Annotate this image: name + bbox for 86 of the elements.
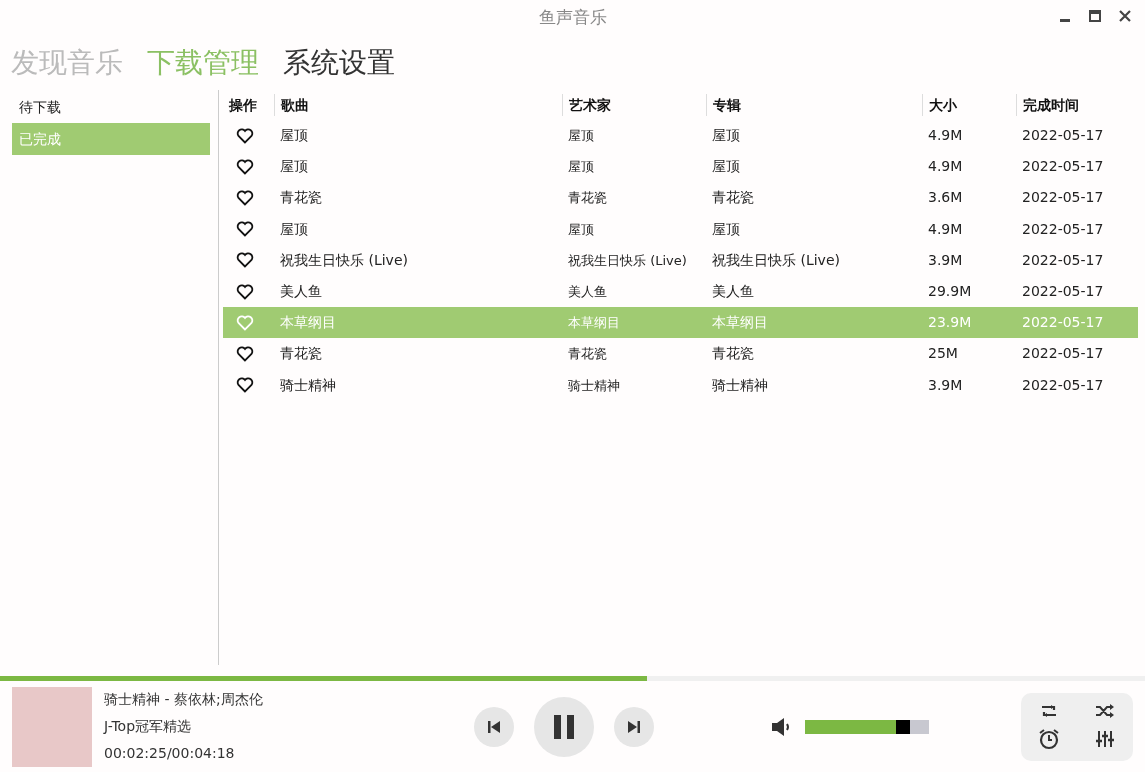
table-cell: 本草纲目 <box>280 314 336 331</box>
table-row[interactable]: 美人鱼 美人鱼 美人鱼 29.9M 2022-05-17 <box>223 275 1138 308</box>
heart-icon[interactable] <box>235 283 254 300</box>
sidebar-item[interactable]: 待下载 <box>12 91 210 123</box>
heart-icon[interactable] <box>235 127 254 144</box>
table-cell: 2022-05-17 <box>1022 376 1104 393</box>
table-cell: 屋顶 <box>568 221 594 237</box>
table-cell: 2022-05-17 <box>1022 345 1104 362</box>
heart-icon[interactable] <box>235 189 254 206</box>
track-title: 骑士精神 - 蔡依林;周杰伦 <box>104 690 264 709</box>
table-cell: 2022-05-17 <box>1022 127 1104 144</box>
table-cell: 美人鱼 <box>280 283 322 300</box>
column-header[interactable]: 专辑 <box>713 94 741 116</box>
album-name: J-Top冠军精选 <box>104 717 193 736</box>
window-title: 鱼声音乐 <box>538 6 607 30</box>
heart-icon[interactable] <box>235 158 254 175</box>
table-cell: 4.9M <box>928 220 963 237</box>
table-cell: 青花瓷 <box>280 189 322 206</box>
table-cell: 美人鱼 <box>712 283 754 300</box>
table-cell: 青花瓷 <box>280 345 322 362</box>
table-cell: 2022-05-17 <box>1022 314 1104 331</box>
table-cell: 25M <box>928 345 958 362</box>
skip-next-icon <box>626 718 642 735</box>
skip-previous-icon <box>486 718 502 735</box>
heart-icon[interactable] <box>235 221 254 238</box>
table-row[interactable]: 屋顶 屋顶 屋顶 4.9M 2022-05-17 <box>223 151 1138 183</box>
table-cell: 青花瓷 <box>712 345 754 362</box>
table-cell: 屋顶 <box>712 158 740 175</box>
table-cell: 青花瓷 <box>712 189 754 206</box>
progress-track[interactable] <box>0 676 1145 681</box>
table-row[interactable]: 青花瓷 青花瓷 青花瓷 3.6M 2022-05-17 <box>223 182 1138 214</box>
close-icon[interactable] <box>1117 8 1133 24</box>
volume-thumb[interactable] <box>896 719 911 734</box>
table-cell: 屋顶 <box>280 127 308 144</box>
table-row[interactable]: 屋顶 屋顶 屋顶 4.9M 2022-05-17 <box>223 120 1138 152</box>
table-cell: 4.9M <box>928 158 963 175</box>
table-cell: 3.9M <box>928 376 963 393</box>
table-cell: 2022-05-17 <box>1022 189 1104 206</box>
table-row[interactable]: 屋顶 屋顶 屋顶 4.9M 2022-05-17 <box>223 213 1138 245</box>
table-cell: 青花瓷 <box>568 190 607 206</box>
table-cell: 3.6M <box>928 189 963 206</box>
heart-icon[interactable] <box>235 345 254 362</box>
table-cell: 骑士精神 <box>712 376 768 393</box>
table-cell: 屋顶 <box>568 128 594 144</box>
shuffle-icon[interactable] <box>1095 703 1115 719</box>
table-cell: 29.9M <box>928 283 972 300</box>
table-cell: 本草纲目 <box>712 314 768 331</box>
column-header[interactable]: 操作 <box>229 94 257 116</box>
table-cell: 美人鱼 <box>568 284 607 300</box>
table-cell: 祝我生日快乐 (Live) <box>568 252 687 268</box>
column-header[interactable]: 艺术家 <box>569 94 611 116</box>
table-cell: 屋顶 <box>280 220 308 237</box>
table-cell: 2022-05-17 <box>1022 251 1104 268</box>
table-cell: 2022-05-17 <box>1022 283 1104 300</box>
heart-icon[interactable] <box>235 252 254 269</box>
table-cell: 本草纲目 <box>568 315 620 331</box>
playback-time: 00:02:25/00:04:18 <box>104 744 236 763</box>
column-header[interactable]: 大小 <box>929 94 957 116</box>
table-cell: 屋顶 <box>280 158 308 175</box>
table-cell: 祝我生日快乐 (Live) <box>712 251 840 268</box>
alarm-clock-icon[interactable] <box>1038 728 1060 750</box>
table-cell: 骑士精神 <box>568 377 620 393</box>
table-cell: 2022-05-17 <box>1022 220 1104 237</box>
column-header[interactable]: 歌曲 <box>281 94 309 116</box>
nav-tab[interactable]: 系统设置 <box>283 42 395 84</box>
table-row[interactable]: 骑士精神 骑士精神 骑士精神 3.9M 2022-05-17 <box>223 369 1138 401</box>
table-cell: 23.9M <box>928 314 972 331</box>
equalizer-icon[interactable] <box>1095 729 1115 749</box>
table-cell: 4.9M <box>928 127 963 144</box>
table-cell: 骑士精神 <box>280 376 336 393</box>
table-cell: 青花瓷 <box>568 346 607 362</box>
table-cell: 屋顶 <box>568 159 594 175</box>
repeat-icon[interactable] <box>1039 703 1059 719</box>
table-row[interactable]: 祝我生日快乐 (Live) 祝我生日快乐 (Live) 祝我生日快乐 (Live) 3.9M 2022-05-17 <box>223 244 1138 276</box>
table-cell: 屋顶 <box>712 220 740 237</box>
previous-button[interactable] <box>474 706 514 747</box>
column-header[interactable]: 完成时间 <box>1023 94 1079 116</box>
maximize-icon[interactable] <box>1087 8 1103 24</box>
table-row[interactable]: 青花瓷 青花瓷 青花瓷 25M 2022-05-17 <box>223 338 1138 370</box>
table-cell: 3.9M <box>928 251 963 268</box>
table-cell: 祝我生日快乐 (Live) <box>280 251 408 268</box>
heart-icon[interactable] <box>235 377 254 394</box>
pause-icon <box>552 713 576 740</box>
next-button[interactable] <box>614 706 654 747</box>
table-cell: 2022-05-17 <box>1022 158 1104 175</box>
table-cell: 屋顶 <box>712 127 740 144</box>
